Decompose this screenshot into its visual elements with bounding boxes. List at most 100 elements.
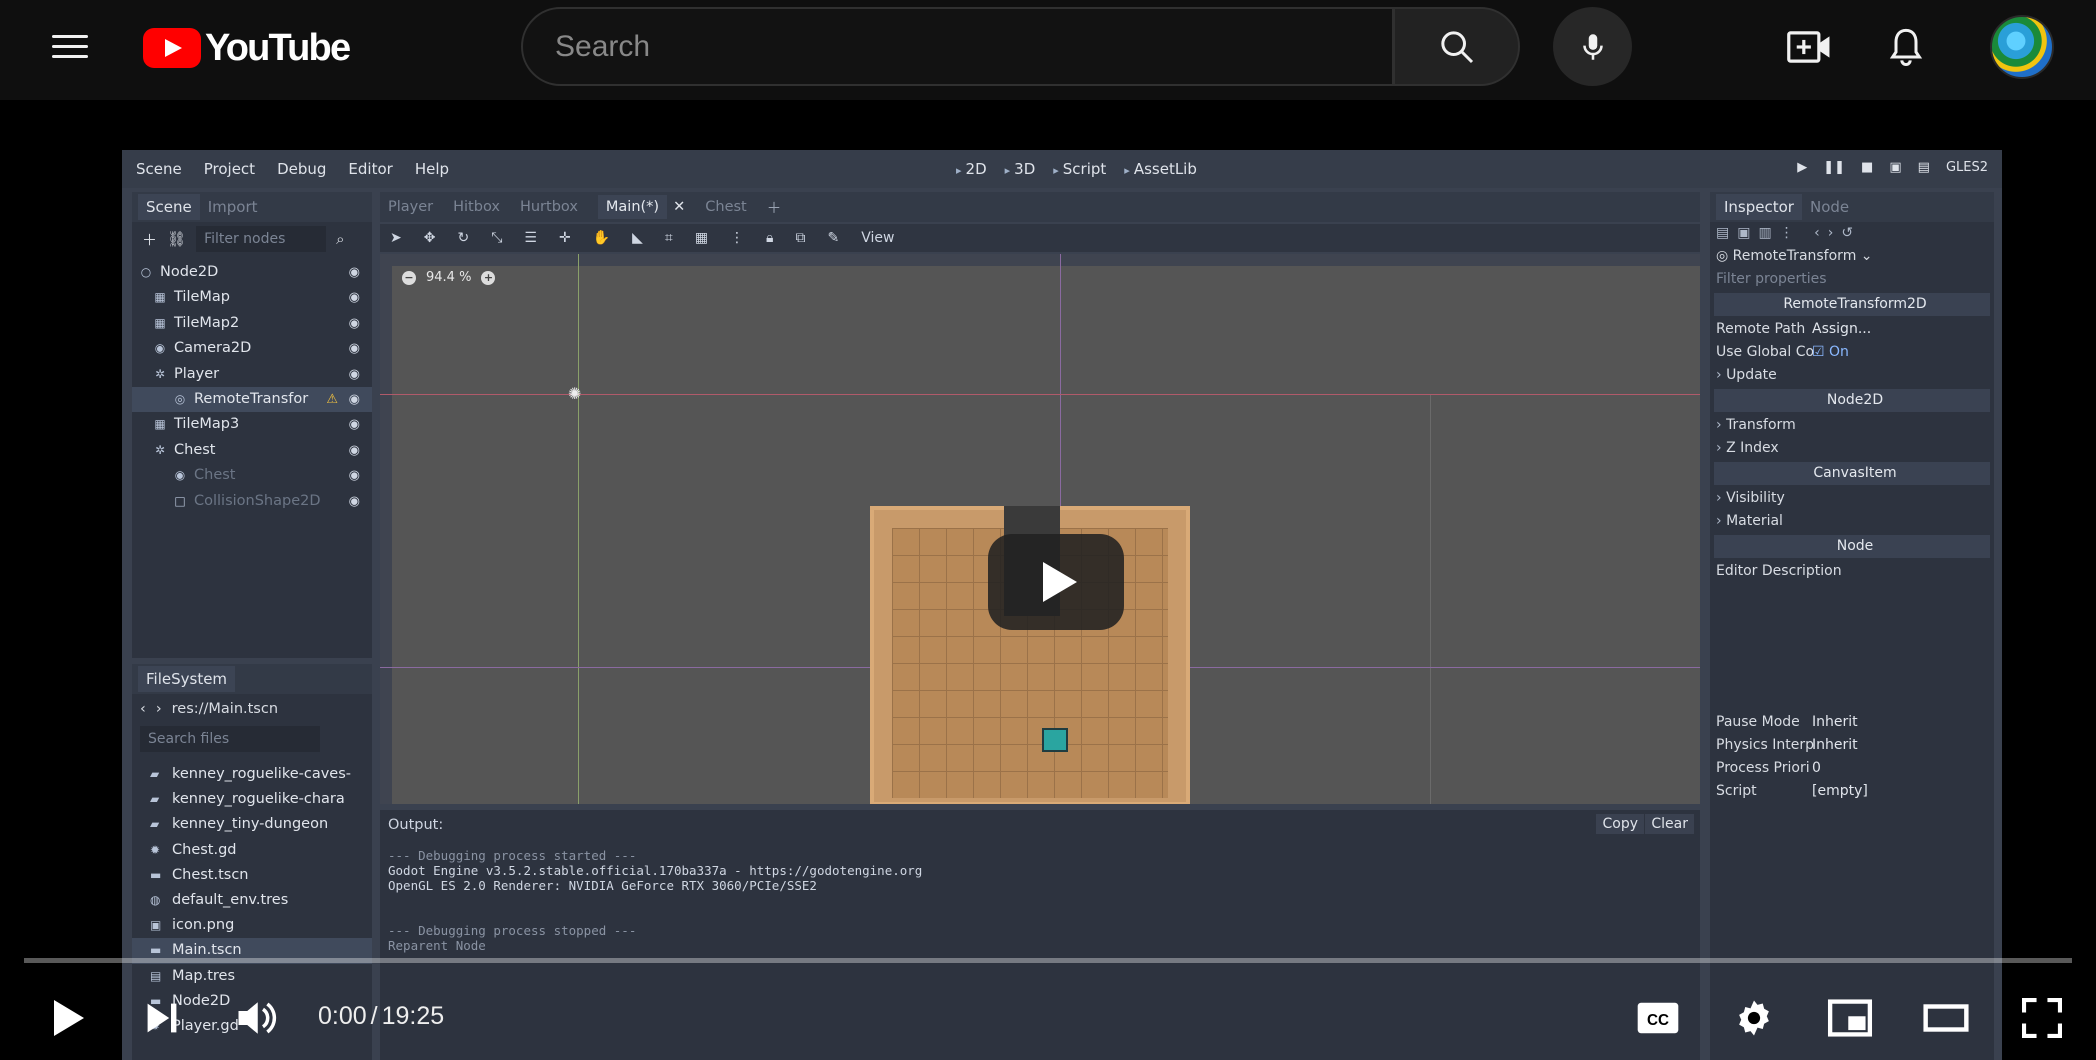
miniplayer-icon [1827,999,1873,1037]
pan-tool-icon: ✋ [592,230,611,246]
file-label: Main.tscn [172,942,242,959]
prop-label: Remote Path [1716,321,1806,337]
voice-search-button[interactable] [1553,7,1632,86]
gear-icon [1739,1000,1769,1036]
youtube-logo[interactable]: YouTube [143,27,351,69]
menu-icon[interactable] [50,30,90,64]
tree-item-label: TileMap2 [174,314,240,331]
scene-tab: Chest [705,199,747,215]
play-button[interactable] [40,990,96,1046]
file-item: ▣ icon.png [132,913,372,938]
pivot-tool-icon: ✛ [558,230,571,246]
search-button[interactable] [1393,7,1520,86]
prop-label: Script [1716,783,1757,799]
file-label: Chest.gd [172,841,237,858]
prop-physics-interp: Physics Interp Inherit [1710,734,1994,757]
canvas-toolbar: ➤ ✥ ↻ ⤡ ☰ ✛ ✋ ◣ ⌗ ▦ ⋮ 🔒︎ ⧉ ✎ View [380,224,1700,252]
file-item: ✹ Chest.gd [132,838,372,863]
workspace-2d: 2D [956,160,987,178]
godot-menu-project: Project [203,160,256,178]
prop-value: Assign... [1812,321,1872,337]
area-icon: ✲ [154,442,166,457]
file-label: icon.png [172,917,235,934]
warning-icon: ⚠ [326,391,338,407]
rotate-tool-icon: ↻ [457,230,470,246]
avatar[interactable] [1990,15,2054,79]
next-button[interactable] [134,990,190,1046]
godot-run-controls: ▶ ❚❚ ■ ▣ ▤ GLES2 [1797,160,1988,175]
workspace-3d: 3D [1005,160,1035,178]
big-play-button[interactable] [988,534,1124,630]
bone-icon: ✎ [827,230,840,246]
volume-icon [238,1002,277,1034]
create-video-button[interactable] [1785,22,1835,72]
kinematic-body-icon: ✲ [154,366,166,381]
scene-tab: Hurtbox [519,199,578,215]
progress-bar[interactable] [24,958,2072,963]
tree-item-label: Node2D [160,264,219,280]
scene-tab: Hitbox [453,199,500,215]
ruler-tool-icon: ◣ [632,230,643,246]
play-custom-icon: ▤ [1917,160,1930,175]
godot-menubar: Scene Project Debug Editor Help 2D 3D Sc… [122,150,2002,188]
scene-tab-active: Main(*) [597,195,668,219]
captions-button[interactable]: CC [1630,990,1686,1046]
log-line: Reparent Node [388,938,486,953]
tree-item: ◉ Camera2D ◉ [132,336,372,361]
eye-icon: ◉ [348,442,360,458]
search-files-field: Search files [140,726,320,752]
class-header: Node [1714,535,1990,558]
video-player[interactable]: Scene Project Debug Editor Help 2D 3D Sc… [0,100,2096,1060]
tab-inspector: Inspector [1716,194,1802,220]
search-box[interactable] [521,7,1394,86]
settings-button[interactable] [1726,990,1782,1046]
section-material: Material [1710,510,1994,533]
node2d-icon: ○ [140,265,152,279]
godot-workspaces: 2D 3D Script AssetLib [956,160,1197,178]
zoom-control: − 94.4 % + [402,270,496,285]
search-input[interactable] [555,29,1392,64]
theater-mode-button[interactable] [1918,990,1974,1046]
forward-icon: › [155,701,162,717]
image-icon: ▣ [150,918,162,933]
eye-icon: ◉ [348,417,360,433]
section-visibility: Visibility [1710,487,1994,510]
sprite-icon: ◉ [174,468,186,483]
youtube-play-logo-icon [143,28,201,68]
folder-icon: ▰ [150,817,160,832]
tree-item: ▦ TileMap ◉ [132,285,372,310]
tree-item-label: TileMap [174,289,230,306]
bell-icon [1889,28,1923,66]
current-time: 0:00 [318,1002,367,1030]
run-icon: ▶ [1797,160,1808,175]
notifications-button[interactable] [1881,22,1931,72]
tree-item: ▦ TileMap3 ◉ [132,412,372,437]
scene-tabs: Player Hitbox Hurtbox Main(*) ✕ Chest ＋ [380,192,1700,222]
eye-icon: ◉ [348,315,360,331]
godot-menu-editor: Editor [348,160,393,178]
miniplayer-button[interactable] [1822,990,1878,1046]
prop-script: Script [empty] [1710,780,1994,803]
lock-icon: 🔒︎ [766,230,774,246]
prop-label: Use Global Co [1716,344,1815,360]
zoom-level: 94.4 % [426,270,472,285]
editor-description-label: Editor Description [1716,563,1842,579]
tree-item-label: CollisionShape2D [194,492,321,509]
godot-menu-debug: Debug [277,160,327,178]
file-item: ▰ kenney_roguelike-caves- [132,762,372,787]
fullscreen-button[interactable] [2014,990,2070,1046]
time-display: 0:00/19:25 [316,1002,446,1031]
closed-captions-icon: CC [1637,1002,1679,1034]
fs-path: res://Main.tscn [171,701,279,717]
more-icon: ⋮ [730,230,745,246]
filter-nodes-field: Filter nodes [196,226,327,252]
editor-description-area [1710,583,1994,711]
view-menu: View [861,230,895,246]
volume-button[interactable] [228,990,284,1046]
scene-file-icon: ▬ [150,867,162,882]
tab-scene: Scene [138,194,200,220]
section-z-index: Z Index [1710,437,1994,460]
masthead: YouTube [0,0,2096,100]
time-separator: / [370,1002,378,1030]
